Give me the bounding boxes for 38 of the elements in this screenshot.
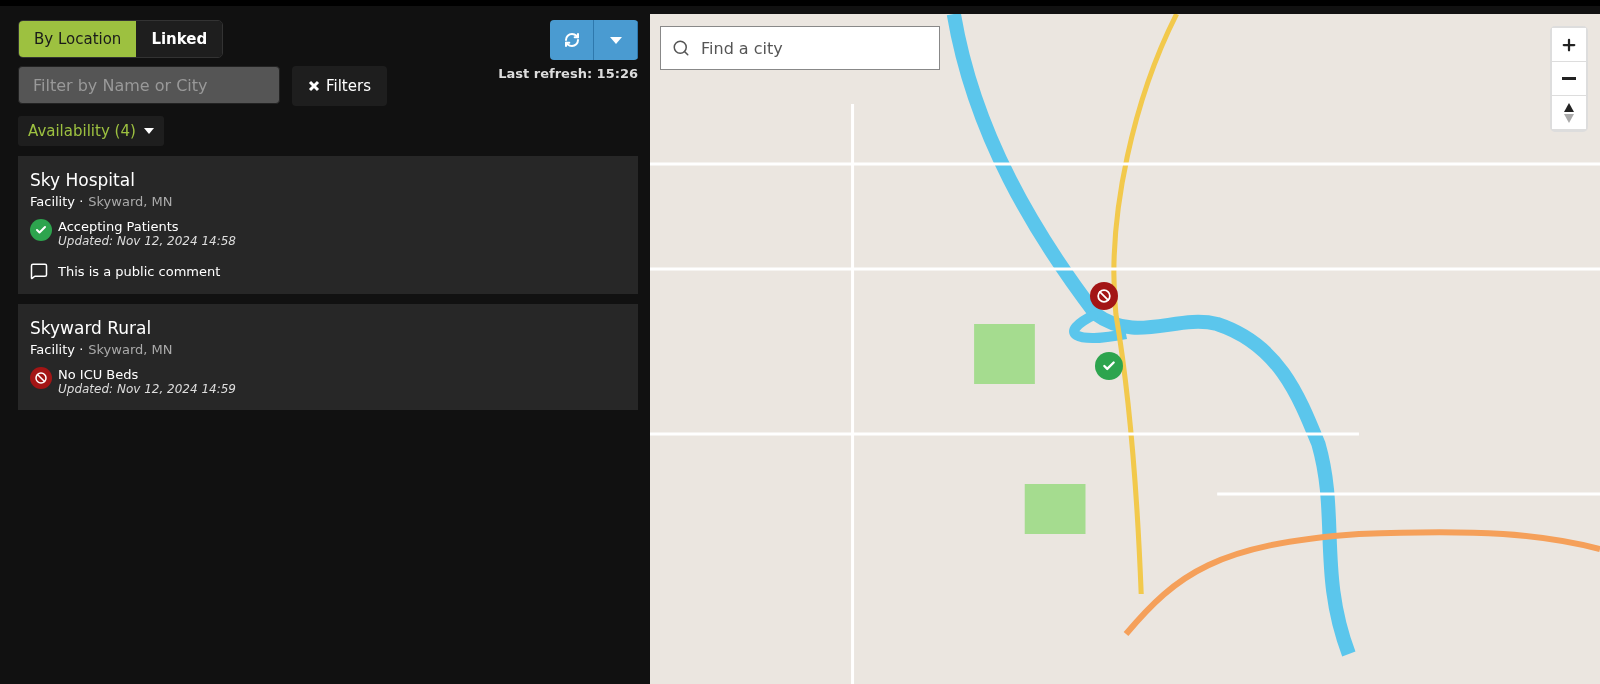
no-entry-icon <box>1097 289 1111 303</box>
comment-icon <box>30 262 48 280</box>
status-label: Accepting Patients <box>58 219 180 234</box>
view-tab[interactable]: By Location <box>19 21 137 57</box>
city-search-field[interactable]: Find a city <box>660 26 940 70</box>
caret-icon <box>143 128 154 134</box>
facility-type: Facility · <box>30 194 84 209</box>
facility-name: Skyward Rural <box>30 318 153 338</box>
facility-location: Skyward, MN <box>88 342 173 357</box>
caret-icon <box>609 36 622 44</box>
check-icon <box>35 224 47 236</box>
facility-card[interactable]: Skyward Rural Facility · Skyward, MN No ICU Beds Updated: Nov 12, 2024 14:59 <box>18 304 638 410</box>
compass-icon <box>1564 102 1574 123</box>
dropdown-button[interactable] <box>594 20 638 60</box>
facility-card[interactable]: Sky Hospital Facility · Skyward, MN Accepting Patients Updated: Nov 12, 2024 14:58 This is a public comment <box>18 156 638 294</box>
comment-text: This is a public comment <box>58 263 221 279</box>
updated-time: Updated: Nov 12, 2024 14:59 <box>58 382 236 396</box>
map[interactable]: Find a city <box>650 14 1600 684</box>
availability-dropdown[interactable]: Availability (4) <box>18 116 164 146</box>
zoom-in-button[interactable] <box>1552 28 1586 62</box>
last-refresh-text: Last refresh: 15:26 <box>498 66 638 81</box>
status-label: No ICU Beds <box>58 367 140 382</box>
check-icon <box>1102 359 1116 373</box>
map-marker[interactable] <box>1095 352 1123 380</box>
close-icon <box>308 80 320 92</box>
updated-time: Updated: Nov 12, 2024 14:58 <box>58 234 236 248</box>
refresh-button[interactable] <box>550 20 594 60</box>
map-marker[interactable] <box>1090 282 1118 310</box>
minus-icon <box>1562 77 1576 80</box>
filters-button[interactable]: Filters <box>292 66 387 106</box>
facility-type: Facility · <box>30 342 84 357</box>
facility-location: Skyward, MN <box>88 194 173 209</box>
refresh-icon <box>563 32 580 48</box>
filter-input[interactable]: Filter by Name or City <box>18 66 280 104</box>
no-entry-icon <box>35 372 47 384</box>
search-icon <box>672 39 690 57</box>
view-tab[interactable]: Linked <box>136 21 223 57</box>
facility-name: Sky Hospital <box>30 170 136 190</box>
